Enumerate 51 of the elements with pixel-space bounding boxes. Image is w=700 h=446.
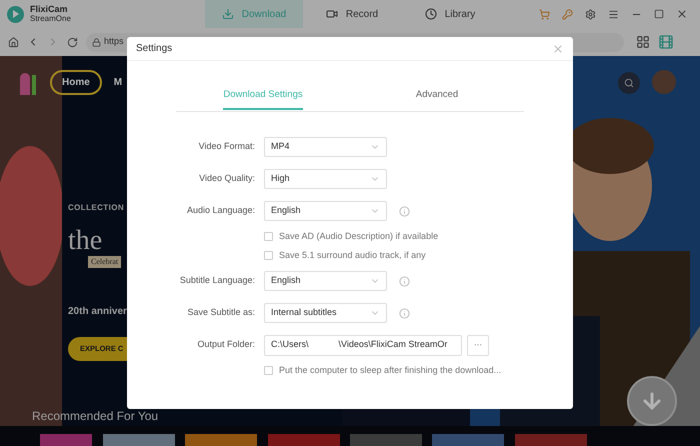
nav-tab[interactable]: Library xyxy=(401,0,499,28)
info-icon[interactable] xyxy=(399,308,410,318)
dropdown[interactable]: High xyxy=(264,169,387,189)
app-logo-icon xyxy=(7,6,24,22)
field-label: Audio Language: xyxy=(186,204,255,218)
caption-text: 20th anniver xyxy=(68,305,127,319)
field-label: Video Format: xyxy=(198,140,255,154)
eyebrow-text: COLLECTION xyxy=(68,202,124,214)
settings-tab[interactable]: Advanced xyxy=(350,87,524,111)
download-icon xyxy=(222,8,234,20)
folder-field[interactable]: C:\Users\ \Videos\FlixiCam StreamOr xyxy=(264,334,462,356)
maximize-icon[interactable] xyxy=(654,9,664,19)
reload-icon[interactable] xyxy=(67,36,78,48)
dropdown[interactable]: Internal subtitles xyxy=(264,303,387,323)
lock-icon xyxy=(92,38,101,46)
dialog-title: Settings xyxy=(136,42,172,56)
field-label: Save Subtitle as: xyxy=(186,306,255,320)
checkbox[interactable] xyxy=(264,251,273,260)
checkbox-label: Put the computer to sleep after finishing the download... xyxy=(279,364,502,377)
dropdown[interactable]: English xyxy=(264,201,387,221)
dropdown[interactable]: MP4 xyxy=(264,137,387,157)
show-title: the xyxy=(68,226,102,256)
key-icon[interactable] xyxy=(562,8,573,20)
clock-icon xyxy=(424,8,437,20)
menu-icon[interactable] xyxy=(608,8,619,20)
info-icon[interactable] xyxy=(399,276,410,286)
section-heading: Recommended For You xyxy=(32,408,158,425)
home-icon[interactable] xyxy=(8,36,19,48)
checkbox-label: Save 5.1 surround audio track, if any xyxy=(279,248,426,262)
field-label: Subtitle Language: xyxy=(178,274,255,288)
tag-label: Celebrat xyxy=(88,256,122,268)
app-subtitle: StreamOne xyxy=(30,14,71,24)
checkbox[interactable] xyxy=(264,366,273,375)
field-label: Output Folder: xyxy=(196,338,255,352)
checkbox-label: Save AD (Audio Description) if available xyxy=(279,230,438,243)
info-icon[interactable] xyxy=(399,206,410,216)
dropdown[interactable]: English xyxy=(264,271,387,291)
nav-tab[interactable]: Record xyxy=(303,0,401,28)
grid-icon[interactable] xyxy=(636,35,650,49)
browse-button[interactable]: ··· xyxy=(467,334,489,356)
film-icon[interactable] xyxy=(658,34,674,50)
settings-icon[interactable] xyxy=(585,8,596,20)
checkbox[interactable] xyxy=(264,232,273,241)
site-nav-link[interactable]: Home xyxy=(50,70,102,95)
close-icon[interactable] xyxy=(676,8,688,20)
video-camera-icon xyxy=(326,8,338,20)
field-label: Video Quality: xyxy=(198,172,255,186)
cart-icon[interactable] xyxy=(539,8,550,20)
site-nav-link[interactable]: M xyxy=(102,70,134,95)
app-name: FlixiCam xyxy=(30,4,69,14)
search-icon xyxy=(624,78,634,88)
